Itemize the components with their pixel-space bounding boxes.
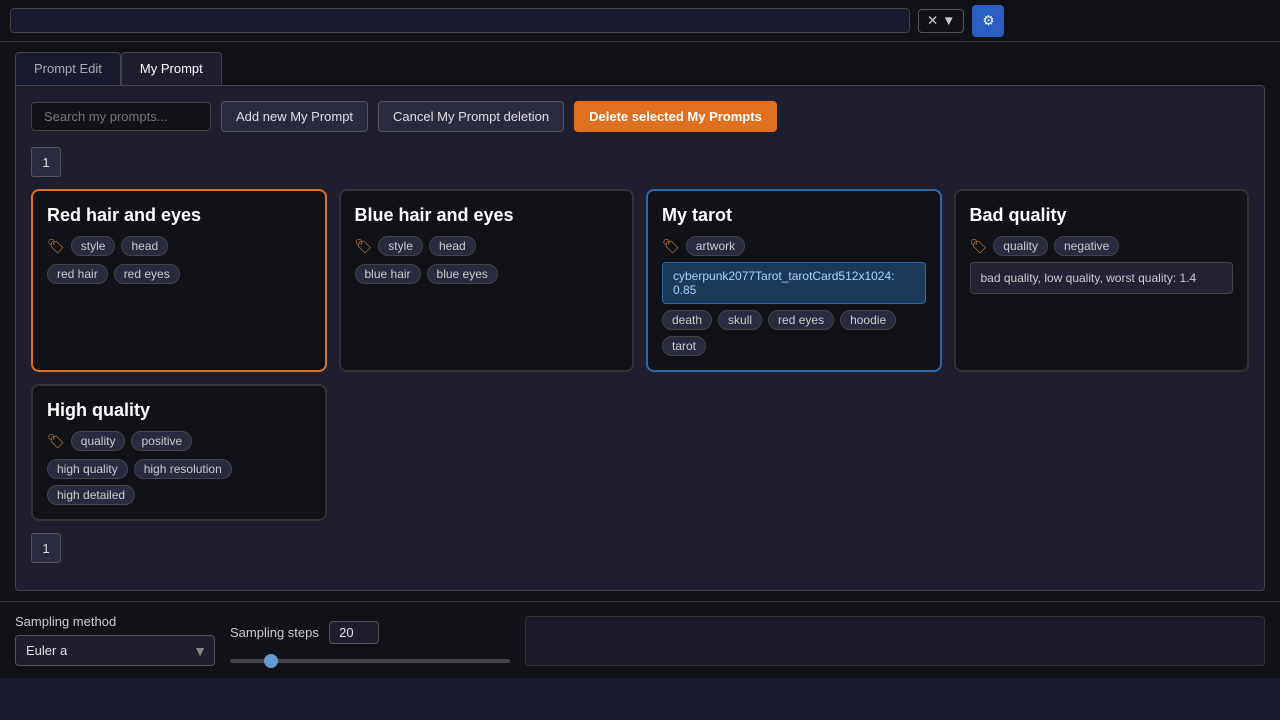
tag-death[interactable]: death	[662, 310, 712, 330]
main-container: Prompt Edit My Prompt Add new My Prompt …	[0, 42, 1280, 601]
top-bar-settings-button[interactable]: ⚙	[972, 5, 1004, 37]
page-1-bottom-button[interactable]: 1	[31, 533, 61, 563]
sampling-steps-input[interactable]	[329, 621, 379, 644]
tag-style[interactable]: style	[71, 236, 116, 256]
card-title: Red hair and eyes	[47, 205, 311, 226]
card-red-hair[interactable]: Red hair and eyes 🏷 style head red hair …	[31, 189, 327, 372]
sampling-method-label: Sampling method	[15, 614, 215, 629]
card-tags: 🏷 artwork	[662, 236, 926, 256]
tag-high-resolution[interactable]: high resolution	[134, 459, 232, 479]
gear-icon: ⚙	[982, 13, 994, 29]
pagination-top: 1	[31, 147, 1249, 177]
tag-high-detailed[interactable]: high detailed	[47, 485, 135, 505]
tag-artwork[interactable]: artwork	[686, 236, 745, 256]
top-bar-clear-button[interactable]: ✕ ▼	[918, 9, 964, 33]
card-extra-tags: high quality high resolution	[47, 459, 311, 479]
tag-blue-eyes[interactable]: blue eyes	[427, 264, 498, 284]
card-blue-hair[interactable]: Blue hair and eyes 🏷 style head blue hai…	[339, 189, 635, 372]
bottom-row: Sampling method Euler a ▼ Sampling steps	[0, 601, 1280, 678]
tag-quality[interactable]: quality	[71, 431, 126, 451]
tag-icon: 🏷	[47, 238, 65, 255]
card-title: Blue hair and eyes	[355, 205, 619, 226]
cancel-deletion-button[interactable]: Cancel My Prompt deletion	[378, 101, 564, 132]
card-tags: 🏷 style head	[355, 236, 619, 256]
card-extra-tags: blue hair blue eyes	[355, 264, 619, 284]
add-new-prompt-button[interactable]: Add new My Prompt	[221, 101, 368, 132]
card-extra-tags: death skull red eyes hoodie	[662, 310, 926, 330]
lora-box: cyberpunk2077Tarot_tarotCard512x1024: 0.…	[662, 262, 926, 304]
cards-grid-row2: High quality 🏷 quality positive high qua…	[31, 384, 1249, 521]
my-prompt-panel: Add new My Prompt Cancel My Prompt delet…	[15, 85, 1265, 591]
tag-quality[interactable]: quality	[993, 236, 1048, 256]
tag-head[interactable]: head	[121, 236, 168, 256]
card-tags: 🏷 style head	[47, 236, 311, 256]
card-extra-tags-2: high detailed	[47, 485, 311, 505]
delete-selected-button[interactable]: Delete selected My Prompts	[574, 101, 777, 132]
card-extra-tags: red hair red eyes	[47, 264, 311, 284]
tag-hoodie[interactable]: hoodie	[840, 310, 896, 330]
card-bad-quality[interactable]: Bad quality 🏷 quality negative bad quali…	[954, 189, 1250, 372]
pagination-bottom: 1	[31, 533, 1249, 563]
tabs: Prompt Edit My Prompt	[15, 52, 1265, 85]
page-1-button[interactable]: 1	[31, 147, 61, 177]
tag-icon: 🏷	[355, 238, 373, 255]
search-input[interactable]	[31, 102, 211, 131]
tag-style[interactable]: style	[378, 236, 423, 256]
tag-red-hair[interactable]: red hair	[47, 264, 108, 284]
steps-header: Sampling steps	[230, 621, 510, 644]
close-icon: ✕	[927, 13, 938, 29]
tag-negative[interactable]: negative	[1054, 236, 1119, 256]
tag-icon: 🏷	[662, 238, 680, 255]
card-my-tarot[interactable]: My tarot 🏷 artwork cyberpunk2077Tarot_ta…	[646, 189, 942, 372]
sampling-method-group: Sampling method Euler a ▼	[15, 614, 215, 666]
sampling-steps-slider[interactable]	[230, 659, 510, 663]
tab-prompt-edit[interactable]: Prompt Edit	[15, 52, 121, 85]
tag-icon: 🏷	[47, 433, 65, 450]
tag-icon: 🏷	[970, 238, 988, 255]
tag-blue-hair[interactable]: blue hair	[355, 264, 421, 284]
tag-tarot[interactable]: tarot	[662, 336, 706, 356]
tag-high-quality[interactable]: high quality	[47, 459, 128, 479]
dropdown-icon: ▼	[942, 13, 955, 28]
tab-my-prompt[interactable]: My Prompt	[121, 52, 222, 85]
tag-positive[interactable]: positive	[131, 431, 192, 451]
tag-red-eyes[interactable]: red eyes	[114, 264, 180, 284]
card-title: My tarot	[662, 205, 926, 226]
bad-quality-box: bad quality, low quality, worst quality:…	[970, 262, 1234, 294]
card-title: High quality	[47, 400, 311, 421]
top-bar: ✕ ▼ ⚙	[0, 0, 1280, 42]
card-extra-tags-2: tarot	[662, 336, 926, 356]
tag-red-eyes[interactable]: red eyes	[768, 310, 834, 330]
card-title: Bad quality	[970, 205, 1234, 226]
tag-skull[interactable]: skull	[718, 310, 762, 330]
card-tags: 🏷 quality negative	[970, 236, 1234, 256]
sampling-steps-group: Sampling steps	[230, 621, 510, 666]
cards-grid: Red hair and eyes 🏷 style head red hair …	[31, 189, 1249, 372]
card-tags: 🏷 quality positive	[47, 431, 311, 451]
top-bar-input[interactable]	[10, 8, 910, 33]
toolbar: Add new My Prompt Cancel My Prompt delet…	[31, 101, 1249, 132]
sampling-method-select[interactable]: Euler a	[15, 635, 215, 666]
sampling-steps-label: Sampling steps	[230, 625, 319, 640]
card-high-quality[interactable]: High quality 🏷 quality positive high qua…	[31, 384, 327, 521]
select-wrapper: Euler a ▼	[15, 635, 215, 666]
slider-container	[230, 650, 510, 666]
right-panel	[525, 616, 1265, 666]
tag-head[interactable]: head	[429, 236, 476, 256]
